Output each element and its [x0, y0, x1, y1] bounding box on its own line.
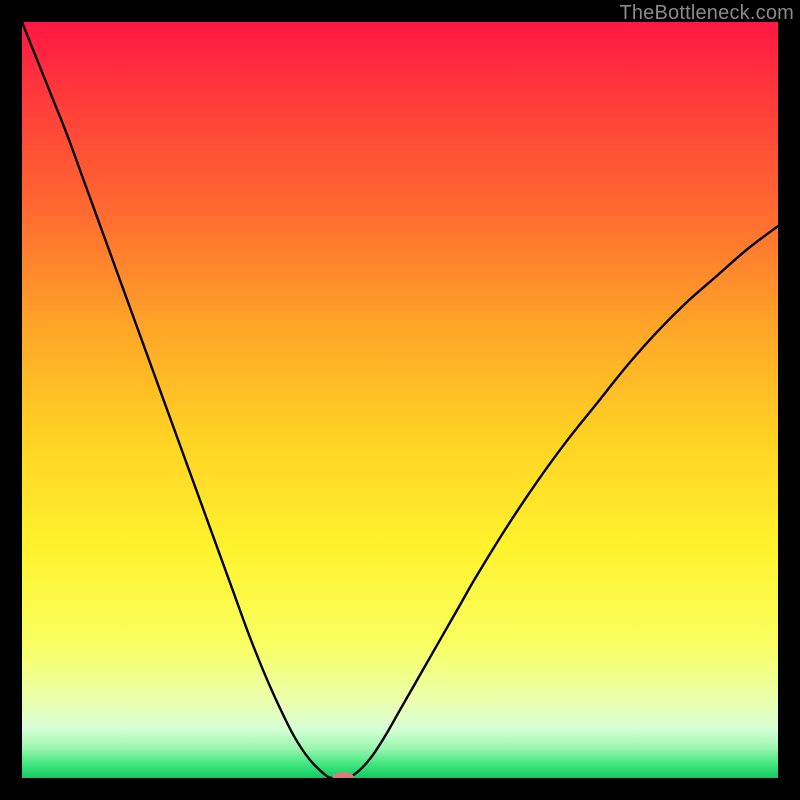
gradient-background: [22, 22, 778, 778]
plot-area: [22, 22, 778, 778]
chart-frame: TheBottleneck.com: [0, 0, 800, 800]
watermark-text: TheBottleneck.com: [619, 2, 794, 25]
chart-svg: [22, 22, 778, 778]
